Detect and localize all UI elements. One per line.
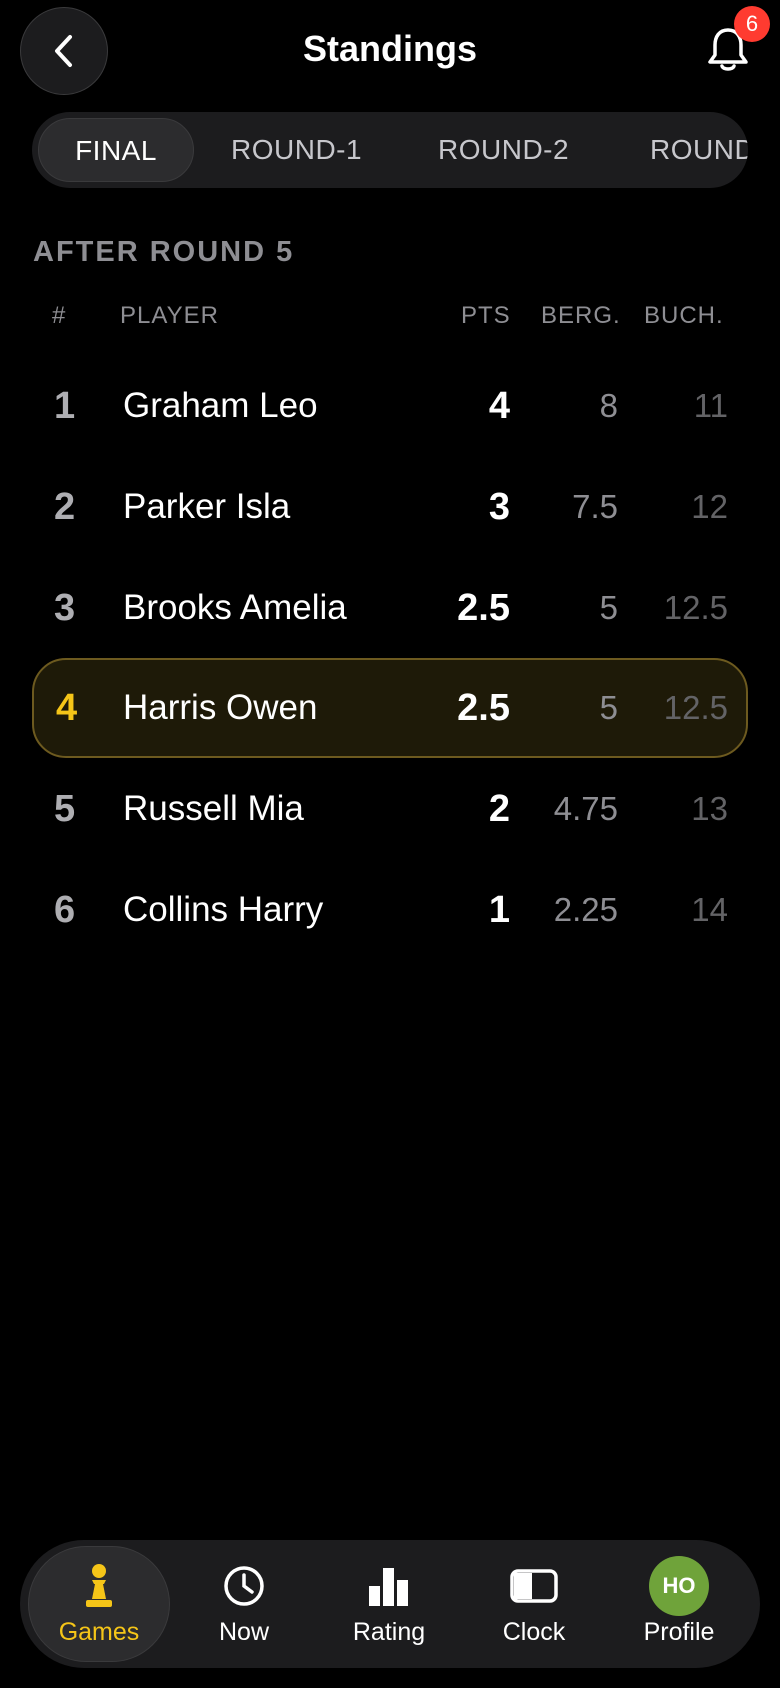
row-berger: 5 [599, 589, 618, 626]
chess-clock-icon [510, 1568, 558, 1603]
row-points: 2 [488, 788, 510, 830]
row-berger: 5 [599, 689, 618, 726]
row-buchholz: 13 [691, 790, 728, 827]
row-buchholz: 12 [691, 488, 728, 525]
tab-round-2[interactable]: ROUND-2 [438, 118, 569, 182]
row-rank: 1 [54, 385, 76, 427]
row-rank: 5 [54, 788, 76, 830]
avatar: HO [649, 1555, 709, 1616]
clock-icon [224, 1565, 264, 1606]
row-player-name: Harris Owen [123, 688, 318, 727]
row-points: 1 [488, 889, 510, 931]
column-header-berg: BERG. [541, 302, 621, 329]
tab-round-3[interactable]: ROUND [650, 118, 748, 182]
column-header-player: PLAYER [120, 302, 219, 329]
row-buchholz: 11 [693, 387, 728, 424]
row-berger: 8 [599, 387, 618, 424]
standings-screen: Standings 6 FINAL ROUND-1 ROUND-2 ROUND … [0, 0, 780, 1688]
table-row[interactable]: 5 Russell Mia 2 4.75 13 [32, 759, 748, 859]
nav-profile-label: Profile [643, 1617, 715, 1646]
row-buchholz: 14 [691, 891, 728, 928]
round-tabs: FINAL ROUND-1 ROUND-2 ROUND [32, 112, 748, 188]
nav-rating-label: Rating [352, 1617, 426, 1646]
table-row[interactable]: 2 Parker Isla 3 7.5 12 [32, 457, 748, 557]
table-row[interactable]: 3 Brooks Amelia 2.5 5 12.5 [32, 558, 748, 658]
table-row[interactable]: 1 Graham Leo 4 8 11 [32, 356, 748, 456]
nav-games[interactable]: Games [28, 1546, 170, 1662]
page-title: Standings [302, 28, 477, 69]
row-buchholz: 12.5 [663, 689, 728, 726]
row-player-name: Brooks Amelia [123, 588, 347, 627]
row-berger: 7.5 [572, 488, 618, 525]
row-points: 2.5 [457, 687, 510, 729]
row-player-name: Russell Mia [123, 789, 304, 828]
row-points: 2.5 [457, 587, 510, 629]
row-rank: 4 [56, 687, 78, 729]
section-label: AFTER ROUND 5 [33, 236, 295, 268]
row-buchholz: 12.5 [663, 589, 728, 626]
notification-badge: 6 [734, 6, 770, 42]
nav-clock-label: Clock [502, 1617, 566, 1646]
table-row[interactable]: 6 Collins Harry 1 2.25 14 [32, 860, 748, 960]
row-player-name: Parker Isla [123, 487, 291, 526]
row-points: 4 [488, 385, 510, 427]
row-rank: 3 [54, 587, 76, 629]
column-header-rank: # [52, 302, 67, 329]
row-berger: 4.75 [553, 790, 618, 827]
header: Standings 6 [0, 0, 780, 100]
nav-rating[interactable]: Rating [318, 1546, 460, 1662]
row-rank: 6 [54, 889, 76, 931]
nav-profile[interactable]: HO Profile [608, 1546, 750, 1662]
column-header-pts: PTS [461, 302, 511, 329]
row-points: 3 [488, 486, 510, 528]
row-berger: 2.25 [553, 891, 618, 928]
column-header-buch: BUCH. [644, 302, 724, 329]
tab-round-1[interactable]: ROUND-1 [231, 118, 362, 182]
nav-games-label: Games [58, 1617, 140, 1646]
nav-now[interactable]: Now [173, 1546, 315, 1662]
row-player-name: Graham Leo [123, 386, 318, 425]
row-rank: 2 [54, 486, 76, 528]
nav-clock[interactable]: Clock [463, 1546, 605, 1662]
bar-chart-icon [369, 1567, 408, 1606]
row-player-name: Collins Harry [123, 890, 324, 929]
tab-final[interactable]: FINAL [38, 118, 194, 182]
nav-now-label: Now [218, 1617, 269, 1646]
pawn-icon [86, 1563, 112, 1607]
bottom-nav: Games Now Rating Clock HO Profile [20, 1540, 760, 1668]
table-row-current-player[interactable]: 4 Harris Owen 2.5 5 12.5 [32, 658, 748, 758]
